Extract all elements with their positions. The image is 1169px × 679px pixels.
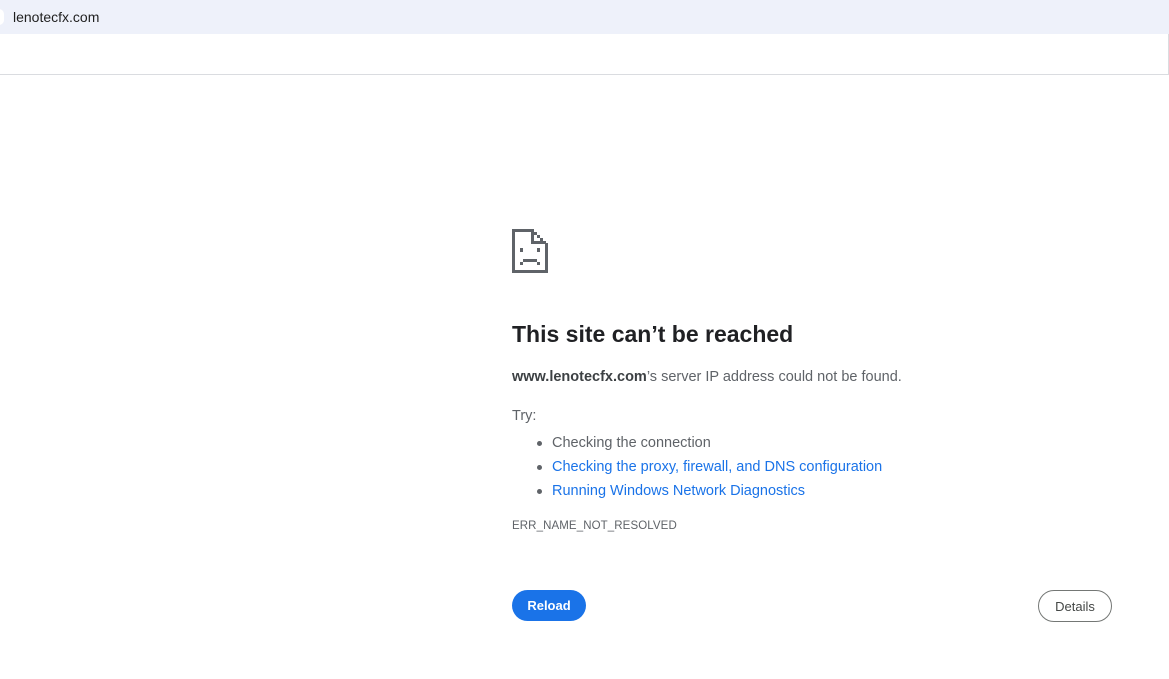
suggestion-network-diagnostics: Running Windows Network Diagnostics bbox=[536, 479, 882, 503]
details-button[interactable]: Details bbox=[1038, 590, 1112, 622]
site-info-chip[interactable] bbox=[0, 9, 4, 25]
suggestion-text: Checking the connection bbox=[552, 435, 711, 451]
network-diagnostics-link[interactable]: Running Windows Network Diagnostics bbox=[552, 483, 805, 499]
reload-button[interactable]: Reload bbox=[512, 590, 586, 621]
url-text[interactable]: lenotecfx.com bbox=[13, 8, 99, 26]
page-title: This site can’t be reached bbox=[512, 321, 794, 347]
error-code: ERR_NAME_NOT_RESOLVED bbox=[512, 520, 677, 532]
suggestion-check-proxy: Checking the proxy, firewall, and DNS co… bbox=[536, 455, 882, 479]
sad-page-icon bbox=[512, 229, 548, 273]
address-bar[interactable]: lenotecfx.com bbox=[0, 0, 1169, 34]
try-label: Try: bbox=[512, 408, 537, 424]
check-proxy-link[interactable]: Checking the proxy, firewall, and DNS co… bbox=[552, 459, 882, 475]
suggestion-check-connection: Checking the connection bbox=[536, 431, 882, 455]
suggestions-list: Checking the connection Checking the pro… bbox=[512, 431, 882, 503]
summary-text: ’s server IP address could not be found. bbox=[646, 369, 902, 385]
toolbar-strip bbox=[0, 34, 1169, 75]
error-summary: www.lenotecfx.com’s server IP address co… bbox=[512, 369, 902, 385]
host-name: www.lenotecfx.com bbox=[512, 369, 647, 385]
